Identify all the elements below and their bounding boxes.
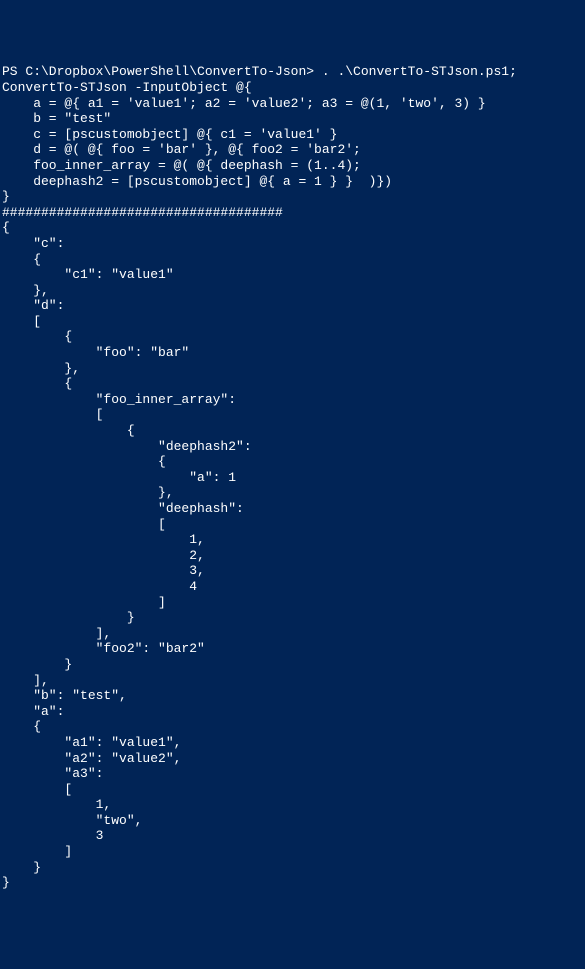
powershell-console[interactable]: PS C:\Dropbox\PowerShell\ConvertTo-Json>… xyxy=(2,64,583,890)
